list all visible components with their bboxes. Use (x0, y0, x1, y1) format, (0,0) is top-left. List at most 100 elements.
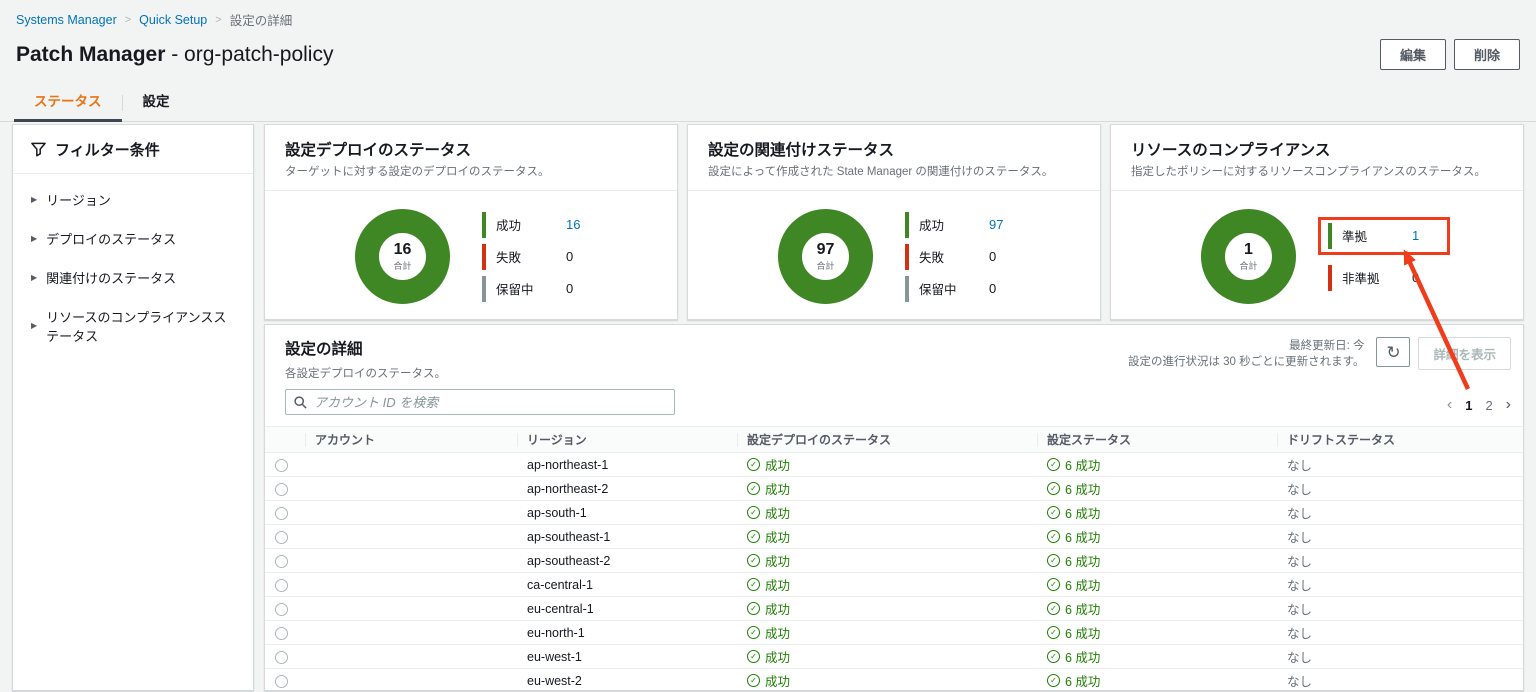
cell-region: eu-west-2 (517, 669, 737, 692)
config-status-text: 6 成功 (1065, 479, 1100, 498)
card-subtitle: ターゲットに対する設定のデプロイのステータス。 (285, 163, 657, 179)
filter-group[interactable]: ▶リソースのコンプライアンスステータス (31, 297, 235, 355)
cell-region: eu-central-1 (517, 597, 737, 621)
filter-panel-title: フィルター条件 (31, 139, 235, 160)
legend-value: 0 (989, 281, 1013, 296)
legend-value[interactable]: 97 (989, 217, 1013, 232)
delete-button[interactable]: 削除 (1454, 39, 1520, 70)
cell-region: ca-central-1 (517, 573, 737, 597)
legend-value[interactable]: 1 (1412, 228, 1436, 243)
cell-drift-status: なし (1277, 501, 1523, 525)
cell-drift-status: なし (1277, 453, 1523, 477)
filter-group-label: リージョン (46, 190, 111, 209)
deploy-status-text: 成功 (765, 503, 790, 522)
legend-value[interactable]: 16 (566, 217, 590, 232)
success-check-icon: ✓ (747, 650, 760, 663)
success-check-icon: ✓ (747, 578, 760, 591)
cell-drift-status: なし (1277, 597, 1523, 621)
row-radio-button[interactable] (275, 603, 288, 616)
config-status-text: 6 成功 (1065, 599, 1100, 618)
donut-total-label: 合計 (393, 259, 411, 272)
card-title: リソースのコンプライアンス (1131, 138, 1503, 160)
filter-group[interactable]: ▶デプロイのステータス (31, 219, 235, 258)
tab-settings[interactable]: 設定 (137, 82, 176, 121)
legend-item: 非準拠 0 (1328, 265, 1436, 291)
legend-color-bar (905, 212, 909, 238)
pagination-next-icon[interactable]: › (1506, 397, 1511, 413)
funnel-icon (31, 142, 46, 157)
edit-button[interactable]: 編集 (1380, 39, 1446, 70)
legend-item: 成功 16 (482, 212, 590, 238)
success-check-icon: ✓ (747, 602, 760, 615)
success-check-icon: ✓ (747, 506, 760, 519)
refresh-icon: ↻ (1386, 343, 1400, 362)
breadcrumb-item[interactable]: Systems Manager (16, 13, 117, 27)
cell-config-status: ✓6 成功 (1047, 647, 1100, 666)
row-radio-button[interactable] (275, 555, 288, 568)
success-check-icon: ✓ (1047, 458, 1060, 471)
legend-item: 準拠 1 (1328, 223, 1436, 249)
row-radio-button[interactable] (275, 651, 288, 664)
success-check-icon: ✓ (747, 626, 760, 639)
cell-drift-status: なし (1277, 525, 1523, 549)
row-radio-button[interactable] (275, 483, 288, 496)
pagination-page-1[interactable]: 1 (1465, 398, 1472, 413)
breadcrumb-item[interactable]: Quick Setup (139, 13, 207, 27)
breadcrumb: Systems Manager>Quick Setup>設定の詳細 (16, 10, 1520, 29)
card-subtitle: 指定したポリシーに対するリソースコンプライアンスのステータス。 (1131, 163, 1503, 179)
cell-config-status: ✓6 成功 (1047, 575, 1100, 594)
donut-chart: 16 合計 (355, 209, 450, 304)
row-radio-button[interactable] (275, 507, 288, 520)
column-header: リージョン (517, 427, 737, 453)
account-search-box[interactable] (285, 389, 675, 415)
filter-group[interactable]: ▶関連付けのステータス (31, 258, 235, 297)
breadcrumb-item: 設定の詳細 (230, 10, 293, 29)
cell-deploy-status: ✓成功 (747, 599, 790, 618)
cell-config-status: ✓6 成功 (1047, 527, 1100, 546)
cell-account (305, 501, 517, 525)
search-input[interactable] (314, 395, 666, 410)
tab-status[interactable]: ステータス (28, 82, 108, 121)
legend-label: 保留中 (919, 279, 989, 298)
breadcrumb-separator: > (215, 14, 221, 26)
legend-color-bar (905, 276, 909, 302)
cell-account (305, 477, 517, 501)
success-check-icon: ✓ (1047, 506, 1060, 519)
success-check-icon: ✓ (747, 554, 760, 567)
expand-triangle-icon: ▶ (31, 235, 37, 243)
view-details-button[interactable]: 詳細を表示 (1418, 337, 1511, 370)
last-updated-text: 最終更新日: 今 設定の進行状況は 30 秒ごとに更新されます。 (1128, 338, 1365, 370)
cell-account (305, 645, 517, 669)
page-title: Patch Manager - org-patch-policy (16, 43, 333, 67)
cell-drift-status: なし (1277, 573, 1523, 597)
success-check-icon: ✓ (747, 674, 760, 687)
legend-item: 失敗 0 (905, 244, 1013, 270)
legend-item: 保留中 0 (905, 276, 1013, 302)
config-details-table: アカウントリージョン設定デプロイのステータス設定ステータスドリフトステータス a… (265, 426, 1523, 691)
row-radio-button[interactable] (275, 627, 288, 640)
success-check-icon: ✓ (1047, 530, 1060, 543)
legend-label: 成功 (496, 215, 566, 234)
config-status-text: 6 成功 (1065, 551, 1100, 570)
pagination-prev-icon[interactable]: ‹ (1447, 397, 1452, 413)
status-card: 設定デプロイのステータス ターゲットに対する設定のデプロイのステータス。 16 … (264, 124, 678, 320)
deploy-status-text: 成功 (765, 575, 790, 594)
pagination-page-2[interactable]: 2 (1485, 398, 1492, 413)
config-details-card: 設定の詳細 各設定デプロイのステータス。 (264, 324, 1524, 691)
column-header: 設定ステータス (1037, 427, 1277, 453)
legend-color-bar (482, 276, 486, 302)
cell-deploy-status: ✓成功 (747, 455, 790, 474)
deploy-status-text: 成功 (765, 647, 790, 666)
cell-account (305, 525, 517, 549)
config-status-text: 6 成功 (1065, 623, 1100, 642)
row-radio-button[interactable] (275, 531, 288, 544)
legend-item: 失敗 0 (482, 244, 590, 270)
config-status-text: 6 成功 (1065, 503, 1100, 522)
row-radio-button[interactable] (275, 579, 288, 592)
cell-drift-status: なし (1277, 477, 1523, 501)
success-check-icon: ✓ (1047, 674, 1060, 687)
row-radio-button[interactable] (275, 459, 288, 472)
filter-group[interactable]: ▶リージョン (31, 180, 235, 219)
refresh-button[interactable]: ↻ (1376, 337, 1410, 367)
row-radio-button[interactable] (275, 675, 288, 688)
